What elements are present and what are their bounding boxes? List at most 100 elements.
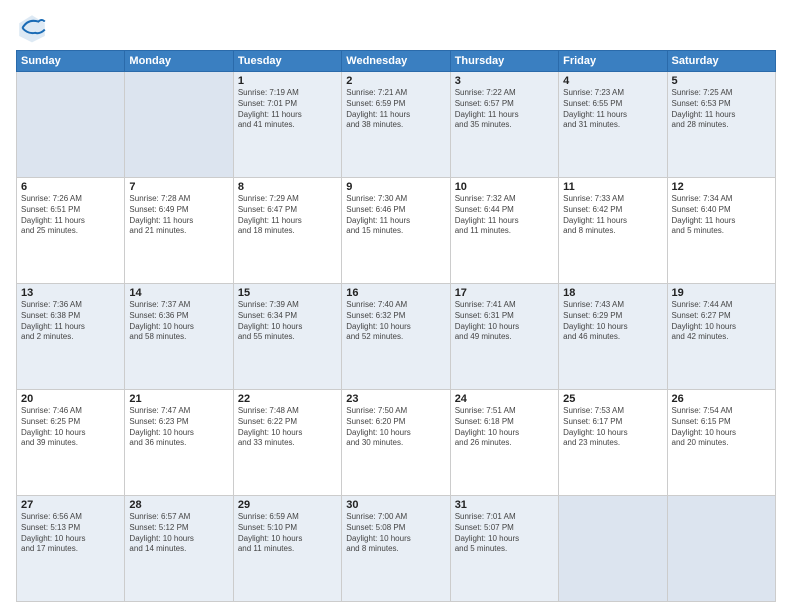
calendar-day-cell: 15Sunrise: 7:39 AM Sunset: 6:34 PM Dayli… bbox=[233, 284, 341, 390]
day-info: Sunrise: 7:33 AM Sunset: 6:42 PM Dayligh… bbox=[563, 194, 662, 237]
logo-icon bbox=[16, 12, 48, 44]
day-number: 18 bbox=[563, 287, 662, 299]
calendar-week-row: 1Sunrise: 7:19 AM Sunset: 7:01 PM Daylig… bbox=[17, 72, 776, 178]
day-number: 1 bbox=[238, 75, 337, 87]
calendar-day-cell: 7Sunrise: 7:28 AM Sunset: 6:49 PM Daylig… bbox=[125, 178, 233, 284]
calendar-day-cell: 4Sunrise: 7:23 AM Sunset: 6:55 PM Daylig… bbox=[559, 72, 667, 178]
calendar-day-cell: 14Sunrise: 7:37 AM Sunset: 6:36 PM Dayli… bbox=[125, 284, 233, 390]
calendar-day-cell: 5Sunrise: 7:25 AM Sunset: 6:53 PM Daylig… bbox=[667, 72, 775, 178]
calendar-day-cell: 31Sunrise: 7:01 AM Sunset: 5:07 PM Dayli… bbox=[450, 496, 558, 602]
day-info: Sunrise: 7:19 AM Sunset: 7:01 PM Dayligh… bbox=[238, 88, 337, 131]
day-info: Sunrise: 6:56 AM Sunset: 5:13 PM Dayligh… bbox=[21, 512, 120, 555]
calendar-day-cell bbox=[667, 496, 775, 602]
day-info: Sunrise: 7:26 AM Sunset: 6:51 PM Dayligh… bbox=[21, 194, 120, 237]
day-info: Sunrise: 7:01 AM Sunset: 5:07 PM Dayligh… bbox=[455, 512, 554, 555]
day-info: Sunrise: 7:25 AM Sunset: 6:53 PM Dayligh… bbox=[672, 88, 771, 131]
logo bbox=[16, 12, 52, 44]
day-info: Sunrise: 7:34 AM Sunset: 6:40 PM Dayligh… bbox=[672, 194, 771, 237]
calendar-day-cell: 10Sunrise: 7:32 AM Sunset: 6:44 PM Dayli… bbox=[450, 178, 558, 284]
day-number: 3 bbox=[455, 75, 554, 87]
calendar-day-cell: 22Sunrise: 7:48 AM Sunset: 6:22 PM Dayli… bbox=[233, 390, 341, 496]
day-number: 12 bbox=[672, 181, 771, 193]
day-number: 21 bbox=[129, 393, 228, 405]
day-info: Sunrise: 7:43 AM Sunset: 6:29 PM Dayligh… bbox=[563, 300, 662, 343]
day-number: 5 bbox=[672, 75, 771, 87]
day-info: Sunrise: 7:47 AM Sunset: 6:23 PM Dayligh… bbox=[129, 406, 228, 449]
calendar-day-cell: 29Sunrise: 6:59 AM Sunset: 5:10 PM Dayli… bbox=[233, 496, 341, 602]
calendar-day-cell: 11Sunrise: 7:33 AM Sunset: 6:42 PM Dayli… bbox=[559, 178, 667, 284]
day-number: 4 bbox=[563, 75, 662, 87]
day-info: Sunrise: 7:53 AM Sunset: 6:17 PM Dayligh… bbox=[563, 406, 662, 449]
day-number: 26 bbox=[672, 393, 771, 405]
calendar-day-cell: 6Sunrise: 7:26 AM Sunset: 6:51 PM Daylig… bbox=[17, 178, 125, 284]
day-number: 15 bbox=[238, 287, 337, 299]
calendar-table: SundayMondayTuesdayWednesdayThursdayFrid… bbox=[16, 50, 776, 602]
calendar-day-cell: 30Sunrise: 7:00 AM Sunset: 5:08 PM Dayli… bbox=[342, 496, 450, 602]
day-info: Sunrise: 7:37 AM Sunset: 6:36 PM Dayligh… bbox=[129, 300, 228, 343]
day-info: Sunrise: 7:00 AM Sunset: 5:08 PM Dayligh… bbox=[346, 512, 445, 555]
day-info: Sunrise: 7:54 AM Sunset: 6:15 PM Dayligh… bbox=[672, 406, 771, 449]
day-info: Sunrise: 7:41 AM Sunset: 6:31 PM Dayligh… bbox=[455, 300, 554, 343]
day-number: 9 bbox=[346, 181, 445, 193]
calendar-day-cell: 12Sunrise: 7:34 AM Sunset: 6:40 PM Dayli… bbox=[667, 178, 775, 284]
day-info: Sunrise: 7:51 AM Sunset: 6:18 PM Dayligh… bbox=[455, 406, 554, 449]
day-info: Sunrise: 7:40 AM Sunset: 6:32 PM Dayligh… bbox=[346, 300, 445, 343]
day-number: 20 bbox=[21, 393, 120, 405]
day-number: 7 bbox=[129, 181, 228, 193]
calendar-day-cell bbox=[17, 72, 125, 178]
calendar-day-cell: 18Sunrise: 7:43 AM Sunset: 6:29 PM Dayli… bbox=[559, 284, 667, 390]
calendar-day-cell: 21Sunrise: 7:47 AM Sunset: 6:23 PM Dayli… bbox=[125, 390, 233, 496]
calendar-week-row: 27Sunrise: 6:56 AM Sunset: 5:13 PM Dayli… bbox=[17, 496, 776, 602]
calendar-week-row: 13Sunrise: 7:36 AM Sunset: 6:38 PM Dayli… bbox=[17, 284, 776, 390]
day-info: Sunrise: 7:21 AM Sunset: 6:59 PM Dayligh… bbox=[346, 88, 445, 131]
day-number: 24 bbox=[455, 393, 554, 405]
day-number: 16 bbox=[346, 287, 445, 299]
header bbox=[16, 12, 776, 44]
day-number: 10 bbox=[455, 181, 554, 193]
day-number: 25 bbox=[563, 393, 662, 405]
day-number: 13 bbox=[21, 287, 120, 299]
weekday-header: Thursday bbox=[450, 51, 558, 72]
calendar-day-cell: 26Sunrise: 7:54 AM Sunset: 6:15 PM Dayli… bbox=[667, 390, 775, 496]
day-number: 27 bbox=[21, 499, 120, 511]
page: SundayMondayTuesdayWednesdayThursdayFrid… bbox=[0, 0, 792, 612]
calendar-day-cell: 28Sunrise: 6:57 AM Sunset: 5:12 PM Dayli… bbox=[125, 496, 233, 602]
calendar-week-row: 6Sunrise: 7:26 AM Sunset: 6:51 PM Daylig… bbox=[17, 178, 776, 284]
calendar-header-row: SundayMondayTuesdayWednesdayThursdayFrid… bbox=[17, 51, 776, 72]
calendar-day-cell: 8Sunrise: 7:29 AM Sunset: 6:47 PM Daylig… bbox=[233, 178, 341, 284]
day-info: Sunrise: 6:57 AM Sunset: 5:12 PM Dayligh… bbox=[129, 512, 228, 555]
day-info: Sunrise: 7:48 AM Sunset: 6:22 PM Dayligh… bbox=[238, 406, 337, 449]
calendar-day-cell: 16Sunrise: 7:40 AM Sunset: 6:32 PM Dayli… bbox=[342, 284, 450, 390]
day-number: 6 bbox=[21, 181, 120, 193]
weekday-header: Friday bbox=[559, 51, 667, 72]
day-info: Sunrise: 7:23 AM Sunset: 6:55 PM Dayligh… bbox=[563, 88, 662, 131]
day-info: Sunrise: 7:50 AM Sunset: 6:20 PM Dayligh… bbox=[346, 406, 445, 449]
day-info: Sunrise: 7:29 AM Sunset: 6:47 PM Dayligh… bbox=[238, 194, 337, 237]
calendar-day-cell bbox=[125, 72, 233, 178]
day-info: Sunrise: 7:28 AM Sunset: 6:49 PM Dayligh… bbox=[129, 194, 228, 237]
day-number: 29 bbox=[238, 499, 337, 511]
weekday-header: Tuesday bbox=[233, 51, 341, 72]
day-info: Sunrise: 7:32 AM Sunset: 6:44 PM Dayligh… bbox=[455, 194, 554, 237]
calendar-day-cell: 27Sunrise: 6:56 AM Sunset: 5:13 PM Dayli… bbox=[17, 496, 125, 602]
day-info: Sunrise: 7:44 AM Sunset: 6:27 PM Dayligh… bbox=[672, 300, 771, 343]
calendar-day-cell: 13Sunrise: 7:36 AM Sunset: 6:38 PM Dayli… bbox=[17, 284, 125, 390]
day-info: Sunrise: 6:59 AM Sunset: 5:10 PM Dayligh… bbox=[238, 512, 337, 555]
calendar-day-cell: 23Sunrise: 7:50 AM Sunset: 6:20 PM Dayli… bbox=[342, 390, 450, 496]
day-info: Sunrise: 7:39 AM Sunset: 6:34 PM Dayligh… bbox=[238, 300, 337, 343]
weekday-header: Monday bbox=[125, 51, 233, 72]
calendar-day-cell: 9Sunrise: 7:30 AM Sunset: 6:46 PM Daylig… bbox=[342, 178, 450, 284]
calendar-day-cell: 24Sunrise: 7:51 AM Sunset: 6:18 PM Dayli… bbox=[450, 390, 558, 496]
calendar-day-cell bbox=[559, 496, 667, 602]
day-number: 8 bbox=[238, 181, 337, 193]
day-number: 11 bbox=[563, 181, 662, 193]
calendar-day-cell: 19Sunrise: 7:44 AM Sunset: 6:27 PM Dayli… bbox=[667, 284, 775, 390]
calendar-day-cell: 25Sunrise: 7:53 AM Sunset: 6:17 PM Dayli… bbox=[559, 390, 667, 496]
calendar-day-cell: 1Sunrise: 7:19 AM Sunset: 7:01 PM Daylig… bbox=[233, 72, 341, 178]
day-info: Sunrise: 7:36 AM Sunset: 6:38 PM Dayligh… bbox=[21, 300, 120, 343]
day-number: 23 bbox=[346, 393, 445, 405]
day-number: 30 bbox=[346, 499, 445, 511]
calendar-day-cell: 17Sunrise: 7:41 AM Sunset: 6:31 PM Dayli… bbox=[450, 284, 558, 390]
day-number: 2 bbox=[346, 75, 445, 87]
calendar-day-cell: 3Sunrise: 7:22 AM Sunset: 6:57 PM Daylig… bbox=[450, 72, 558, 178]
